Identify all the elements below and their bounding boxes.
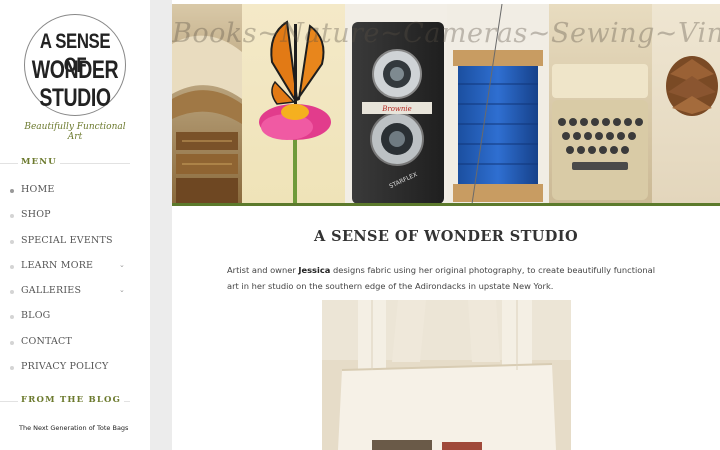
menu-item-label[interactable]: BLOG xyxy=(21,310,50,321)
intro-paragraph: Artist and owner Jessica designs fabric … xyxy=(227,262,667,294)
page-title: A SENSE OF WONDER STUDIO xyxy=(313,228,578,245)
menu-item-special-events[interactable]: SPECIAL EVENTS xyxy=(0,229,150,254)
menu-bullet-icon xyxy=(10,315,14,320)
menu-item-learn-more[interactable]: LEARN MORE ⌄ xyxy=(0,254,150,279)
logo-tagline: Beautifully Functional Art xyxy=(24,122,126,142)
menu-item-shop[interactable]: SHOP xyxy=(0,203,150,228)
menu-heading-text: MENU xyxy=(18,157,60,167)
menu-item-label[interactable]: SHOP xyxy=(21,209,51,220)
main-content: Brownie STARFLEX Books~Nature~Cameras~Se… xyxy=(172,0,720,450)
site-logo[interactable]: A SENSE OF WONDER STUDIO Beautifully Fun… xyxy=(19,12,131,142)
menu-item-home[interactable]: HOME xyxy=(0,178,150,203)
menu-bullet-icon xyxy=(10,189,14,193)
camera-brand-text: Brownie xyxy=(381,105,412,113)
intro-owner-name: Jessica xyxy=(298,265,331,275)
menu-bullet-icon xyxy=(10,239,14,244)
menu-bullet-icon xyxy=(10,340,14,345)
menu-bullet-icon xyxy=(10,214,14,219)
chevron-down-icon[interactable]: ⌄ xyxy=(119,261,125,269)
tote-bag-photo xyxy=(322,300,571,450)
menu-item-label[interactable]: GALLERIES xyxy=(21,285,81,296)
banner-accent-bar xyxy=(172,203,720,206)
chevron-down-icon[interactable]: ⌄ xyxy=(119,286,125,294)
menu-item-contact[interactable]: CONTACT xyxy=(0,330,150,355)
main-menu: HOME SHOP SPECIAL EVENTS LEARN MORE ⌄ GALLERI… xyxy=(0,178,150,380)
menu-bullet-icon xyxy=(10,366,14,371)
sidebar: A SENSE OF WONDER STUDIO Beautifully Fun… xyxy=(0,0,150,450)
menu-item-label[interactable]: CONTACT xyxy=(21,336,72,347)
header-banner: Brownie STARFLEX Books~Nature~Cameras~Se… xyxy=(172,4,720,204)
menu-item-label[interactable]: HOME xyxy=(21,184,55,195)
menu-item-label[interactable]: LEARN MORE xyxy=(21,260,93,271)
menu-bullet-icon xyxy=(10,290,14,295)
menu-item-label[interactable]: PRIVACY POLICY xyxy=(21,361,109,372)
logo-line-3: STUDIO xyxy=(39,84,111,112)
blog-heading-text: FROM THE BLOG xyxy=(18,395,125,405)
logo-line-2: WONDER xyxy=(31,56,119,84)
tote-bag-illustration xyxy=(322,300,571,450)
banner-overlay-text: Books~Nature~Cameras~Sewing~Vintage~Trea… xyxy=(172,18,720,49)
intro-text-before: Artist and owner xyxy=(227,265,299,275)
blog-post-link[interactable]: The Next Generation of Tote Bags xyxy=(19,424,128,432)
menu-item-galleries[interactable]: GALLERIES ⌄ xyxy=(0,279,150,304)
menu-item-privacy-policy[interactable]: PRIVACY POLICY xyxy=(0,355,150,380)
menu-item-blog[interactable]: BLOG xyxy=(0,304,150,329)
menu-bullet-icon xyxy=(10,264,14,269)
menu-item-label[interactable]: SPECIAL EVENTS xyxy=(21,235,113,246)
